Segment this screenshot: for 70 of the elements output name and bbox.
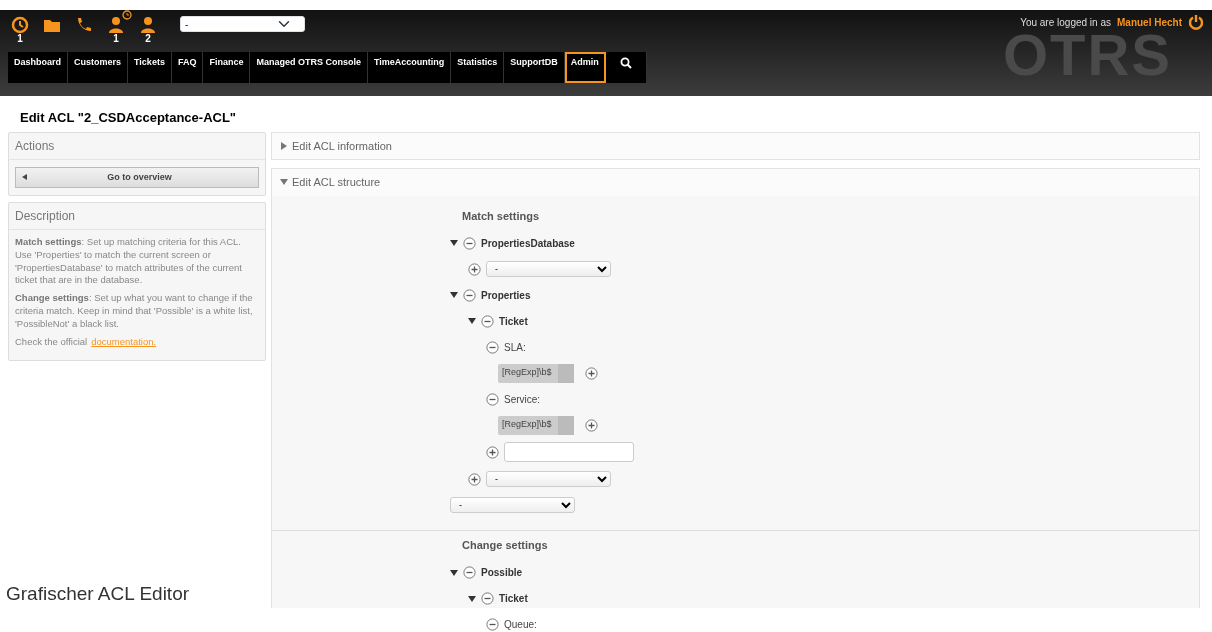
remove-icon[interactable]	[486, 340, 499, 354]
section-arrow-icon[interactable]	[280, 178, 288, 187]
add-icon[interactable]	[584, 366, 598, 380]
key-label: Service:	[504, 392, 541, 407]
value-tag: [RegExp]\b$	[498, 363, 574, 383]
node-label: Properties	[481, 288, 531, 303]
login-text: You are logged in as	[1020, 15, 1111, 30]
user-link[interactable]: Manuel Hecht	[1117, 14, 1182, 30]
remove-icon[interactable]	[463, 236, 476, 250]
settings-heading: Match settings	[462, 208, 540, 224]
section-title[interactable]: Edit ACL information	[292, 137, 392, 154]
remove-icon[interactable]	[486, 392, 499, 406]
tree-arrow-icon[interactable]	[468, 594, 476, 603]
nav-tab[interactable]: Dashboard	[8, 52, 68, 83]
key-label: Queue:	[504, 618, 537, 632]
person-icon[interactable]	[139, 16, 157, 34]
description-text: Match settings: Set up matching criteria for this ACL. Use 'Properties' to match the current screen or 'PropertiesDatabase' to match attributes of the current ticket that are in the database.	[15, 236, 243, 288]
nav-tab[interactable]: Customers	[68, 52, 129, 83]
nav-tab[interactable]: Admin	[564, 52, 606, 83]
add-icon[interactable]	[584, 418, 598, 432]
search-icon	[619, 57, 632, 69]
node-label: Possible	[481, 566, 523, 580]
remove-icon[interactable]	[463, 566, 476, 579]
search-button[interactable]	[605, 52, 647, 83]
tree-arrow-icon[interactable]	[468, 317, 476, 325]
node-label: Ticket	[499, 592, 528, 606]
nav-tab[interactable]: FAQ	[171, 52, 204, 83]
key-label: SLA:	[504, 340, 526, 355]
add-icon[interactable]	[468, 262, 481, 276]
description-text: Change settings: Set up what you want to change if the criteria match. Keep in mind that 'Possible' is a white list, 'PossibleNot' a black list.	[15, 292, 254, 331]
add-icon[interactable]	[468, 472, 481, 486]
add-icon[interactable]	[486, 445, 499, 459]
nav-tab[interactable]: Finance	[203, 52, 251, 83]
remove-icon[interactable]	[481, 592, 494, 605]
tree-arrow-icon[interactable]	[450, 239, 458, 247]
select-field[interactable]: -	[486, 261, 611, 277]
clock-icon[interactable]	[11, 16, 29, 34]
nav-tab[interactable]: Statistics	[451, 52, 505, 83]
input-field[interactable]	[504, 442, 634, 462]
nav-tab[interactable]: SupportDB	[504, 52, 565, 83]
remove-icon[interactable]	[481, 314, 494, 328]
phone-icon[interactable]	[75, 16, 93, 34]
queue-select[interactable]: -	[180, 16, 305, 32]
power-icon[interactable]	[1188, 14, 1204, 30]
description-text: Check the official	[15, 335, 88, 349]
value-tag: [RegExp]\b$	[498, 415, 574, 435]
settings-heading: Change settings	[462, 538, 549, 553]
nav-tab[interactable]: TimeAccounting	[367, 52, 452, 83]
count-label: 2	[145, 34, 151, 44]
count-label: 1	[17, 34, 23, 44]
tree-arrow-icon[interactable]	[450, 291, 458, 299]
panel-title: Actions	[9, 132, 265, 160]
select-field[interactable]: -	[486, 471, 611, 487]
section-arrow-icon[interactable]	[280, 141, 288, 150]
page-title: Edit ACL "2_CSDAcceptance-ACL"	[20, 109, 238, 127]
remove-icon[interactable]	[463, 288, 476, 302]
person-icon[interactable]	[107, 16, 125, 34]
tree-arrow-icon[interactable]	[450, 568, 458, 577]
node-label: PropertiesDatabase	[481, 236, 575, 251]
overview-button[interactable]: Go to overview	[15, 166, 259, 188]
left-arrow-icon	[22, 174, 27, 181]
remove-icon[interactable]	[486, 618, 499, 631]
select-field[interactable]: -	[450, 497, 575, 513]
caption-text: Grafischer ACL Editor	[6, 582, 191, 606]
nav-tab[interactable]: Managed OTRS Console	[250, 52, 368, 83]
node-label: Ticket	[499, 314, 528, 329]
count-label: 1	[113, 34, 119, 44]
panel-title: Description	[9, 203, 265, 230]
section-title[interactable]: Edit ACL structure	[292, 174, 381, 191]
nav-tab[interactable]: Tickets	[128, 52, 172, 83]
